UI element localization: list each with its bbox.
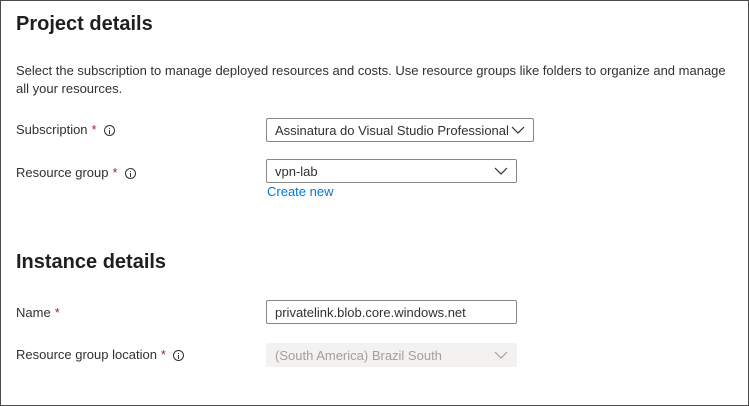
info-icon[interactable] [124,167,136,179]
project-details-description: Select the subscription to manage deploy… [16,63,726,96]
resource-group-location-dropdown: (South America) Brazil South [266,343,517,367]
chevron-down-icon [494,351,508,359]
subscription-dropdown[interactable]: Assinatura do Visual Studio Professional [266,118,534,142]
instance-details-heading: Instance details [16,251,167,273]
create-new-resource-group-link[interactable]: Create new [267,184,333,199]
name-label-text: Name [16,305,51,320]
required-mark: * [112,165,118,180]
info-icon[interactable] [103,124,115,136]
resource-group-value: vpn-lab [275,163,318,179]
required-mark: * [91,122,97,137]
chevron-down-icon [494,167,508,175]
name-input[interactable] [266,300,517,324]
resource-group-label: Resource group * [16,164,136,182]
info-icon[interactable] [172,349,184,361]
subscription-value: Assinatura do Visual Studio Professional [275,122,509,138]
chevron-down-icon [511,126,525,134]
resource-group-location-value: (South America) Brazil South [275,347,442,363]
form-panel: Project details Select the subscription … [0,0,749,406]
name-label: Name * [16,304,60,322]
resource-group-location-label-text: Resource group location [16,347,157,362]
required-mark: * [160,347,166,362]
required-mark: * [54,305,60,320]
subscription-label: Subscription * [16,121,115,139]
subscription-label-text: Subscription [16,122,88,137]
resource-group-location-label: Resource group location * [16,346,184,364]
resource-group-label-text: Resource group [16,165,109,180]
resource-group-dropdown[interactable]: vpn-lab [266,159,517,183]
project-details-heading: Project details [16,13,153,35]
